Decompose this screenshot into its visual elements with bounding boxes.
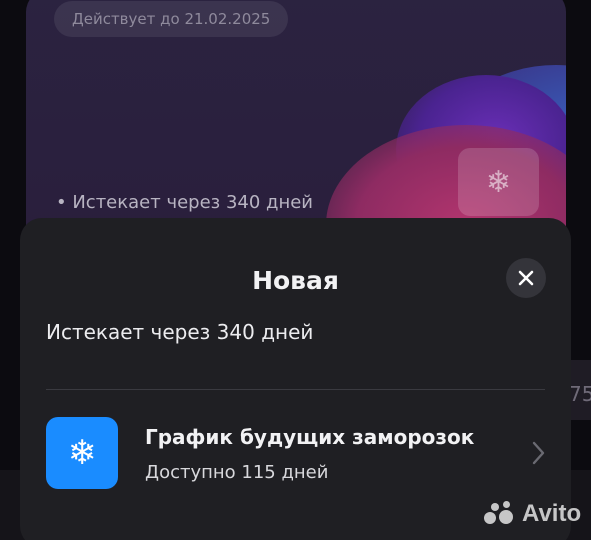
card-freeze-button[interactable]: ❄ [458,148,539,216]
avito-watermark-text: Avito [522,500,582,527]
freeze-schedule-row[interactable]: ❄ График будущих заморозок Доступно 115 … [46,417,554,489]
chevron-right-icon [532,441,545,465]
card-expires-text: • Истекает через 340 дней [56,192,314,213]
freeze-schedule-title: График будущих заморозок [145,425,475,449]
snowflake-icon: ❄ [485,164,512,200]
snowflake-icon: ❄ [46,417,118,489]
avito-watermark: Avito [484,500,581,528]
avito-logo-icon [484,501,516,527]
side-card-text: 75 [569,382,591,406]
close-button[interactable] [506,258,546,298]
sheet-title: Новая [252,266,339,295]
sheet-subtitle: Истекает через 340 дней [46,320,314,344]
bottom-sheet: Новая Истекает через 340 дней ❄ График б… [20,218,571,540]
screen: Действует до 21.02.2025 • Истекает через… [0,0,591,540]
freeze-schedule-subtitle: Доступно 115 дней [145,462,329,483]
close-icon [518,270,534,286]
valid-until-badge: Действует до 21.02.2025 [54,1,289,37]
divider [46,389,545,390]
